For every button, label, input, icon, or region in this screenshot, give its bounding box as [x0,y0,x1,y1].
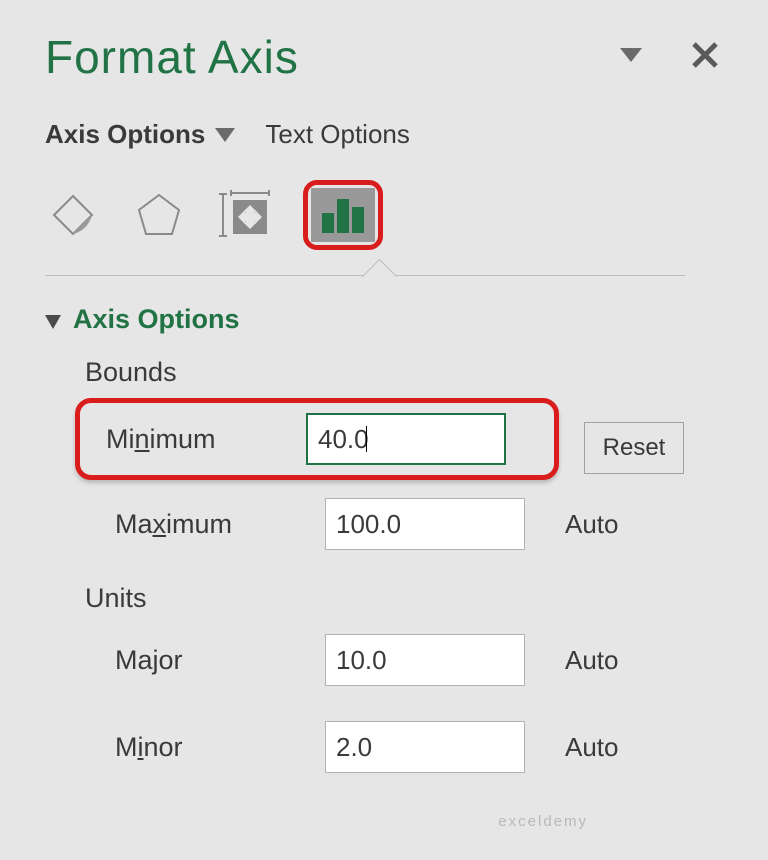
minor-label: Minor [115,732,325,763]
major-auto-label: Auto [565,645,619,676]
tab-axis-options[interactable]: Axis Options [45,119,235,150]
minimum-input[interactable]: 40.0 [306,413,506,465]
major-label: Major [115,645,325,676]
bounds-label: Bounds [85,357,738,388]
maximum-auto-label: Auto [565,509,619,540]
axis-options-icon-highlight [303,180,383,250]
options-dropdown-icon[interactable] [620,48,642,67]
axis-options-icon[interactable] [311,188,375,242]
watermark: exceldemy [498,813,588,830]
fill-line-icon[interactable] [45,187,101,243]
format-axis-panel: Format Axis Axis Options Text Options [0,0,768,860]
chevron-down-icon [215,128,235,142]
major-input[interactable] [325,634,525,686]
size-properties-icon[interactable] [217,187,273,243]
maximum-input[interactable] [325,498,525,550]
collapse-icon [45,315,61,329]
minor-auto-label: Auto [565,732,619,763]
section-axis-options-toggle[interactable]: Axis Options [45,304,738,335]
effects-icon[interactable] [131,187,187,243]
close-icon[interactable] [692,42,718,73]
minimum-label: Minimum [106,424,306,455]
reset-button[interactable]: Reset [584,422,684,474]
minimum-highlight: Minimum 40.0 [75,398,559,480]
panel-title: Format Axis [45,30,299,84]
units-label: Units [85,583,738,614]
tab-text-options[interactable]: Text Options [265,119,410,150]
divider [45,275,685,276]
maximum-label: Maximum [115,509,325,540]
minor-input[interactable] [325,721,525,773]
